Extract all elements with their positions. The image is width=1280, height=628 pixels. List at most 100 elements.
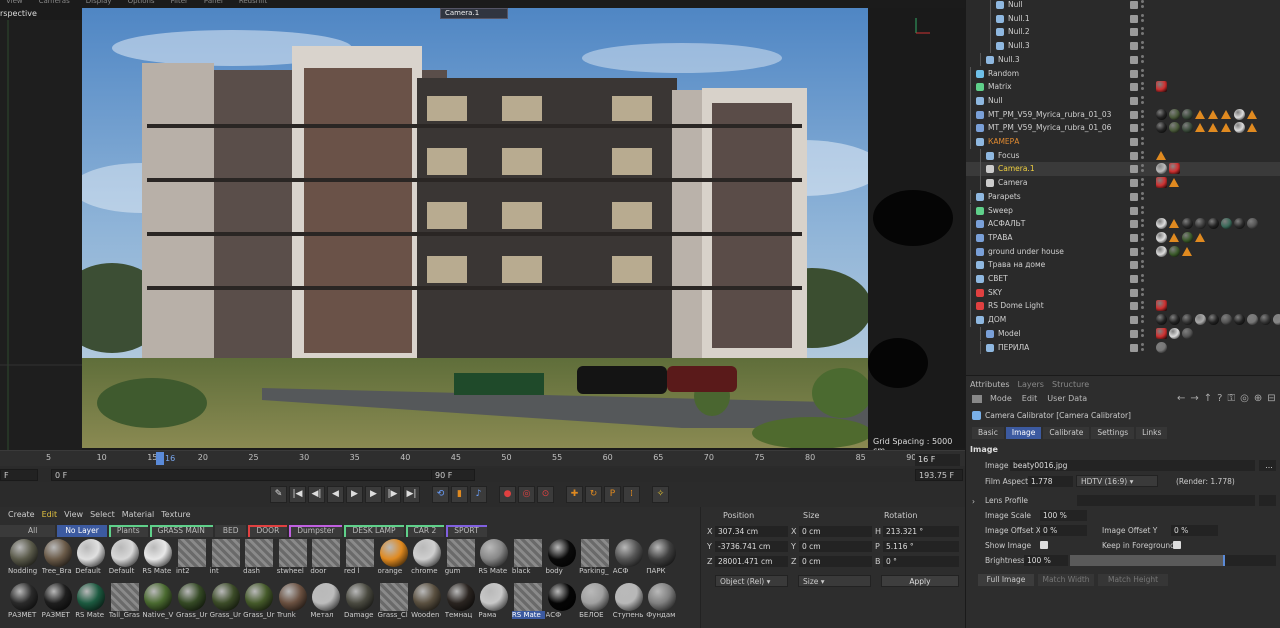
material-tab[interactable]: CAR 2: [405, 525, 445, 537]
brightness-field[interactable]: 100 %: [1024, 555, 1068, 566]
material-swatch[interactable]: RS Mate: [75, 583, 109, 627]
timeline-ruler[interactable]: 5 10 15 20 25 30 35 40 45 50 55 60 65 70 75 80 85 90: [0, 450, 965, 466]
record-icon[interactable]: ●: [499, 486, 516, 503]
visibility-toggle[interactable]: [1130, 329, 1138, 338]
visibility-toggle[interactable]: [1130, 14, 1138, 23]
tab-structure[interactable]: Structure: [1052, 380, 1089, 389]
browse-button[interactable]: …: [1259, 460, 1276, 471]
image-scale-field[interactable]: 100 %: [1040, 510, 1087, 521]
keyframe-selection-icon[interactable]: ⊙: [537, 486, 554, 503]
material-tab[interactable]: No Layer: [57, 525, 107, 537]
material-menu-item[interactable]: Material: [122, 510, 155, 519]
object-tag-icon[interactable]: [1169, 232, 1179, 242]
object-tag-icon[interactable]: [1195, 123, 1205, 133]
material-swatch[interactable]: АСФ: [546, 583, 580, 627]
object-row[interactable]: Model: [966, 326, 1280, 341]
render-dots-icon[interactable]: [1141, 287, 1144, 297]
object-tag-icon[interactable]: [1169, 108, 1180, 120]
visibility-toggle[interactable]: [1130, 165, 1138, 174]
object-row[interactable]: Null: [966, 0, 1280, 12]
render-dots-icon[interactable]: [1141, 205, 1144, 215]
material-tab[interactable]: SPORT: [446, 525, 487, 537]
object-tag-icon[interactable]: [1247, 314, 1258, 326]
material-menu-item[interactable]: Texture: [161, 510, 190, 519]
object-tag-icon[interactable]: [1156, 150, 1166, 160]
lens-profile-field[interactable]: [1077, 495, 1255, 506]
object-row[interactable]: MT_PM_V59_Myrica_rubra_01_06: [966, 121, 1280, 135]
material-swatch[interactable]: red l: [344, 539, 378, 583]
viewport[interactable]: View Cameras Display Options Filter Panel Reds…: [0, 0, 965, 450]
prev-frame-icon[interactable]: ◀: [327, 486, 344, 503]
object-tag-icon[interactable]: [1182, 314, 1193, 326]
material-tab[interactable]: DOOR: [248, 525, 288, 537]
lock-icon[interactable]: ⚿: [1227, 393, 1235, 404]
object-row[interactable]: Matrix: [966, 80, 1280, 94]
material-tab[interactable]: BED: [214, 525, 247, 537]
tab-image[interactable]: Image: [1005, 427, 1042, 439]
object-tag-icon[interactable]: [1169, 314, 1180, 326]
visibility-toggle[interactable]: [1130, 42, 1138, 51]
object-row[interactable]: SKY: [966, 285, 1280, 300]
object-tag-icon[interactable]: [1156, 177, 1167, 189]
material-swatch[interactable]: int2: [176, 539, 210, 583]
go-end-icon[interactable]: ▶|: [403, 486, 420, 503]
object-tag-icon[interactable]: [1182, 246, 1192, 256]
camera-label[interactable]: Camera.1: [440, 8, 508, 19]
render-dots-icon[interactable]: [1141, 178, 1144, 187]
object-tag-icon[interactable]: [1234, 122, 1245, 134]
position-field[interactable]: 307.34 cm: [715, 526, 788, 537]
material-swatch[interactable]: Grass_Ur: [243, 583, 277, 627]
object-row[interactable]: ground under house: [966, 244, 1280, 259]
visibility-toggle[interactable]: [1130, 151, 1138, 160]
material-swatch[interactable]: dash: [243, 539, 277, 583]
end-frame-field[interactable]: 193.75 F: [915, 469, 963, 481]
visibility-toggle[interactable]: [1130, 302, 1138, 311]
material-menu-item[interactable]: Select: [90, 510, 115, 519]
next-key-icon[interactable]: |▶: [384, 486, 401, 503]
render-dots-icon[interactable]: [1141, 0, 1144, 9]
visibility-toggle[interactable]: [1130, 110, 1138, 119]
material-swatch[interactable]: RS Mate: [511, 583, 546, 627]
visibility-toggle[interactable]: [1130, 1, 1138, 9]
render-dots-icon[interactable]: [1141, 150, 1144, 160]
object-row[interactable]: Null.3: [966, 52, 1280, 67]
object-tag-icon[interactable]: [1156, 231, 1167, 243]
viewport-menu-item[interactable]: Options: [128, 0, 155, 5]
render-dots-icon[interactable]: [1141, 27, 1144, 36]
object-tag-icon[interactable]: [1208, 123, 1218, 133]
size-field[interactable]: 0 cm: [799, 526, 872, 537]
tab-layers[interactable]: Layers: [1018, 380, 1044, 389]
object-tag-icon[interactable]: [1234, 108, 1245, 120]
apply-button[interactable]: Apply: [881, 575, 959, 587]
visibility-toggle[interactable]: [1130, 69, 1138, 78]
size-field[interactable]: 0 cm: [799, 541, 872, 552]
pla-key-icon[interactable]: ⁞: [623, 486, 640, 503]
material-tab[interactable]: All: [0, 525, 56, 537]
viewport-menu-item[interactable]: Cameras: [39, 0, 70, 5]
range-start-field[interactable]: 0 F: [51, 469, 471, 481]
render-dots-icon[interactable]: [1141, 13, 1144, 23]
rotation-field[interactable]: 0 °: [883, 556, 959, 567]
tab-basic[interactable]: Basic: [972, 427, 1004, 439]
render-dots-icon[interactable]: [1141, 109, 1144, 119]
current-frame-field[interactable]: 16 F: [915, 454, 960, 466]
visibility-toggle[interactable]: [1130, 96, 1138, 105]
object-tag-icon[interactable]: [1247, 218, 1258, 230]
object-row[interactable]: СВЕТ: [966, 272, 1280, 286]
film-aspect-preset-select[interactable]: HDTV (16:9) ▾: [1076, 475, 1158, 487]
material-swatch[interactable]: black: [512, 539, 546, 583]
object-row[interactable]: Null.2: [966, 25, 1280, 40]
record-key-icon[interactable]: ✎: [270, 486, 287, 503]
material-swatch[interactable]: Nodding: [8, 539, 42, 583]
material-swatch[interactable]: Trunk: [277, 583, 311, 627]
menu-mode[interactable]: Mode: [990, 394, 1012, 403]
material-swatch[interactable]: РАЗМЕТ: [8, 583, 42, 627]
material-swatch[interactable]: Damage: [344, 583, 378, 627]
visibility-toggle[interactable]: [1130, 192, 1138, 201]
offset-y-field[interactable]: 0 %: [1171, 525, 1218, 536]
render-dots-icon[interactable]: [1141, 328, 1144, 338]
render-dots-icon[interactable]: [1141, 315, 1144, 324]
object-tag-icon[interactable]: [1156, 122, 1167, 134]
material-menu-item[interactable]: Create: [8, 510, 35, 519]
object-tag-icon[interactable]: [1247, 123, 1257, 133]
